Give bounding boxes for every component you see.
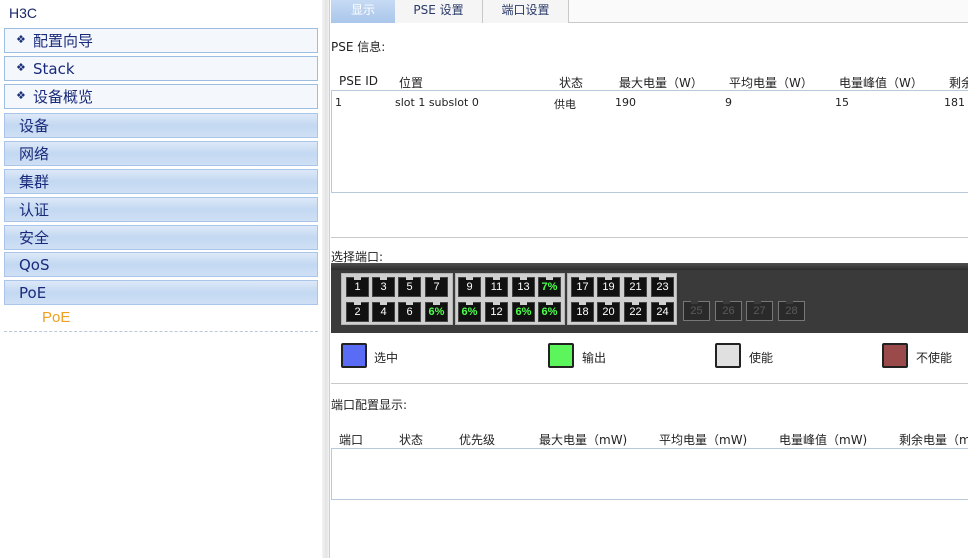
panel-top-edge [331,263,968,270]
port-header-priority: 优先级 [459,433,496,447]
pse-cell-max-power: 190 [615,96,636,109]
port-bank-2: 9 11 13 7% 6% 12 6% 6% [455,273,565,325]
nav-category-device[interactable]: 设备 [4,113,318,138]
port-1[interactable]: 1 [346,277,369,297]
pse-cell-id: 1 [335,96,342,109]
nav-group-label: 配置向导 [33,32,94,50]
port-18[interactable]: 18 [571,302,594,322]
tab-display[interactable]: 显示 [331,0,395,23]
nav-subitem-poe[interactable]: PoE [42,309,70,326]
port-12[interactable]: 12 [485,302,508,322]
nav-divider [4,331,318,332]
pse-header-location: 位置 [399,76,424,90]
diamond-icon: ❖ [16,89,26,102]
nav-group-label: 设备概览 [33,88,94,106]
port-17[interactable]: 17 [571,277,594,297]
port-27[interactable]: 27 [746,301,773,321]
legend-selected-label: 选中 [374,351,399,365]
port-3[interactable]: 3 [372,277,395,297]
pse-header-max-power: 最大电量（W） [619,76,703,90]
port-13[interactable]: 13 [512,277,535,297]
port-7[interactable]: 7 [425,277,448,297]
pse-header-id: PSE ID [339,74,379,88]
tab-pse-settings[interactable]: PSE 设置 [395,0,483,23]
port-header-port: 端口 [339,433,364,447]
port-4[interactable]: 4 [372,302,395,322]
nav-group-config-wizard[interactable]: ❖ 配置向导 [4,28,318,53]
legend-disabled-label: 不使能 [916,351,953,365]
section-divider [331,237,968,238]
port-22[interactable]: 22 [624,302,647,322]
pse-table: 1 slot 1 subslot 0 供电 190 9 15 181 [331,90,968,193]
pse-cell-status: 供电 [554,98,576,111]
pse-cell-avg-power: 9 [725,96,732,109]
port-23[interactable]: 23 [651,277,674,297]
port-11[interactable]: 11 [485,277,508,297]
legend-output-label: 输出 [582,351,607,365]
port-header-remaining: 剩余电量（m [899,433,968,447]
port-header-status: 状态 [399,433,424,447]
pse-info-label: PSE 信息: [331,40,386,54]
port-config-table [331,448,968,500]
pse-cell-remaining: 181 [944,96,965,109]
port-21[interactable]: 21 [624,277,647,297]
section-divider [331,383,968,384]
port-6[interactable]: 6 [398,302,421,322]
pse-header-status: 状态 [559,76,584,90]
nav-category-qos[interactable]: QoS [4,252,318,277]
diamond-icon: ❖ [16,33,26,46]
port-2[interactable]: 2 [346,302,369,322]
sidebar-splitter[interactable] [322,0,330,558]
port-25[interactable]: 25 [683,301,710,321]
brand-logo: H3C [9,5,38,21]
nav-category-auth[interactable]: 认证 [4,197,318,222]
pse-cell-location: slot 1 subslot 0 [395,96,479,109]
port-5[interactable]: 5 [398,277,421,297]
legend-enabled-swatch [715,343,741,368]
port-14[interactable]: 6% [512,302,535,322]
port-10[interactable]: 6% [458,302,481,322]
legend-disabled-swatch [882,343,908,368]
port-15[interactable]: 7% [538,277,561,297]
nav-category-cluster[interactable]: 集群 [4,169,318,194]
port-header-max-power: 最大电量（mW) [539,433,628,447]
port-panel: 1 3 5 7 2 4 6 6% 9 11 13 7% 6% 12 6% 6% … [331,263,968,333]
port-24[interactable]: 24 [651,302,674,322]
port-header-peak-power: 电量峰值（mW) [779,433,868,447]
tab-port-settings[interactable]: 端口设置 [483,0,569,23]
legend-selected-swatch [341,343,367,368]
pse-cell-peak-power: 15 [835,96,849,109]
pse-header-remaining: 剩余 [949,76,968,90]
port-8[interactable]: 6% [425,302,448,322]
nav-category-security[interactable]: 安全 [4,225,318,250]
pse-header-avg-power: 平均电量（W） [729,76,813,90]
port-26[interactable]: 26 [715,301,742,321]
port-bank-3: 17 19 21 23 18 20 22 24 [567,273,677,325]
port-9[interactable]: 9 [458,277,481,297]
pse-header-peak-power: 电量峰值（W） [839,76,923,90]
port-bank-1: 1 3 5 7 2 4 6 6% [341,273,453,325]
nav-group-stack[interactable]: ❖ Stack [4,56,318,81]
port-28[interactable]: 28 [778,301,805,321]
nav-category-network[interactable]: 网络 [4,141,318,166]
diamond-icon: ❖ [16,61,26,74]
nav-group-device-overview[interactable]: ❖ 设备概览 [4,84,318,109]
sidebar: H3C ❖ 配置向导 ❖ Stack ❖ 设备概览 设备 网络 集群 认证 安全… [0,0,322,558]
legend-output-swatch [548,343,574,368]
legend-enabled-label: 使能 [749,351,774,365]
port-20[interactable]: 20 [597,302,620,322]
port-16[interactable]: 6% [538,302,561,322]
main-content: 显示 PSE 设置 端口设置 PSE 信息: PSE ID 位置 状态 最大电量… [331,0,968,558]
port-header-avg-power: 平均电量（mW) [659,433,748,447]
tab-bar: 显示 PSE 设置 端口设置 [331,0,968,23]
nav-category-poe[interactable]: PoE [4,280,318,305]
port-19[interactable]: 19 [597,277,620,297]
nav-group-label: Stack [33,60,75,78]
port-config-label: 端口配置显示: [331,398,408,412]
